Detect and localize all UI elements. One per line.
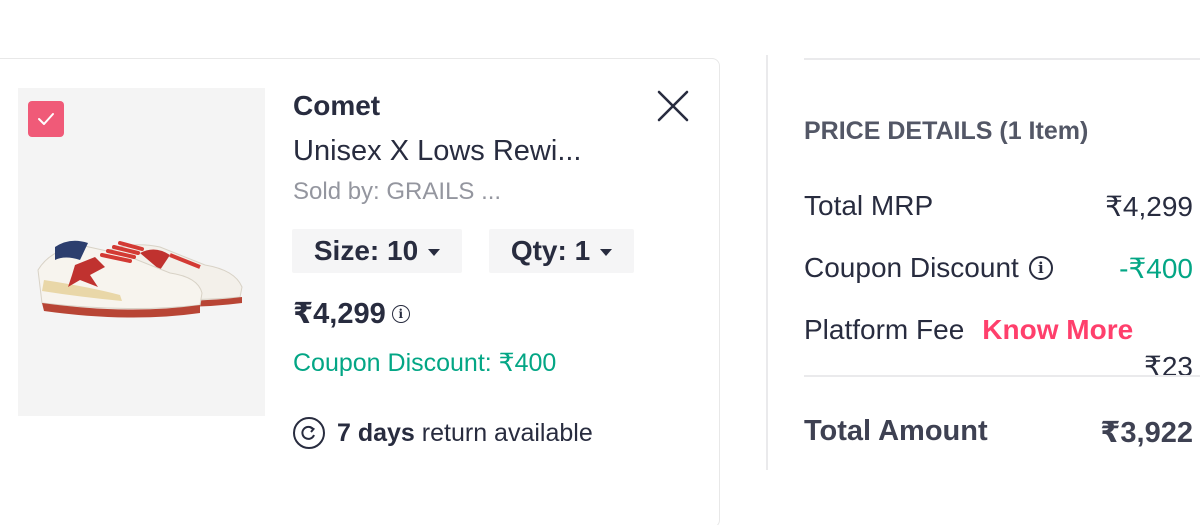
check-icon [38,113,54,125]
return-text: return available [421,418,593,447]
size-selector[interactable]: Size: 10 [292,229,462,273]
coupon-discount-row: Coupon Discount i [804,252,1053,284]
coupon-discount-text: Coupon Discount: ₹400 [293,349,557,377]
platform-fee-value: ₹23 [1144,351,1193,382]
top-divider [804,58,1200,60]
sneaker-image [37,240,243,318]
qty-label: Qty: 1 [510,235,591,266]
return-policy: 7 days return available [293,417,593,449]
total-mrp-label: Total MRP [804,190,934,221]
platform-fee-row: Platform Fee Know More [804,314,1133,346]
info-icon[interactable]: i [1028,256,1053,280]
total-amount-value: ₹3,922 [1100,417,1193,449]
product-price-row: ₹4,299 i [293,296,410,331]
platform-fee-label: Platform Fee [804,314,965,345]
total-mrp-value: ₹4,299 [1105,191,1193,222]
product-name[interactable]: Unisex X Lows Rewi... [293,135,582,168]
close-icon[interactable] [655,88,691,124]
item-select-checkbox[interactable] [28,101,64,137]
size-label: Size: 10 [313,235,419,266]
coupon-discount-label: Coupon Discount [804,252,1019,283]
qty-selector[interactable]: Qty: 1 [489,229,634,273]
product-price: ₹4,299 [293,298,386,330]
chevron-down-icon [428,249,441,256]
info-icon[interactable]: i [391,304,410,323]
product-brand: Comet [293,90,381,121]
coupon-discount-value: -₹400 [1119,253,1193,284]
know-more-link[interactable]: Know More [982,314,1133,346]
seller-name: Sold by: GRAILS ... [293,178,502,205]
product-image[interactable] [18,88,265,416]
return-icon [293,417,325,449]
total-amount-label: Total Amount [804,415,988,447]
panel-divider [766,55,768,470]
total-divider [804,375,1200,377]
chevron-down-icon [600,249,613,256]
return-days: 7 days [337,418,415,447]
price-details-title: PRICE DETAILS (1 Item) [804,117,1089,145]
